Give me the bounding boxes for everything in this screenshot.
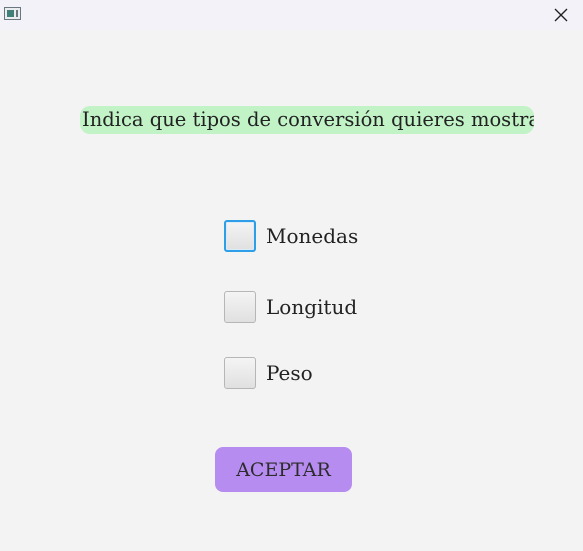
checkbox-option-longitud[interactable]: Longitud [224,291,357,323]
close-x-icon [554,8,568,22]
checkbox-option-peso[interactable]: Peso [224,357,313,389]
app-window-icon [4,7,21,20]
peso-checkbox[interactable] [224,357,256,389]
monedas-checkbox[interactable] [224,220,256,252]
peso-label: Peso [266,361,313,385]
longitud-label: Longitud [266,295,358,319]
accept-button-label: ACEPTAR [236,458,331,481]
window-titlebar [0,0,583,30]
monedas-label: Monedas [266,224,359,248]
instruction-label: Indica que tipos de conversión quieres m… [80,106,534,134]
checkbox-option-monedas[interactable]: Monedas [224,220,358,252]
accept-button[interactable]: ACEPTAR [215,447,352,492]
longitud-checkbox[interactable] [224,291,256,323]
close-button[interactable] [539,0,583,30]
